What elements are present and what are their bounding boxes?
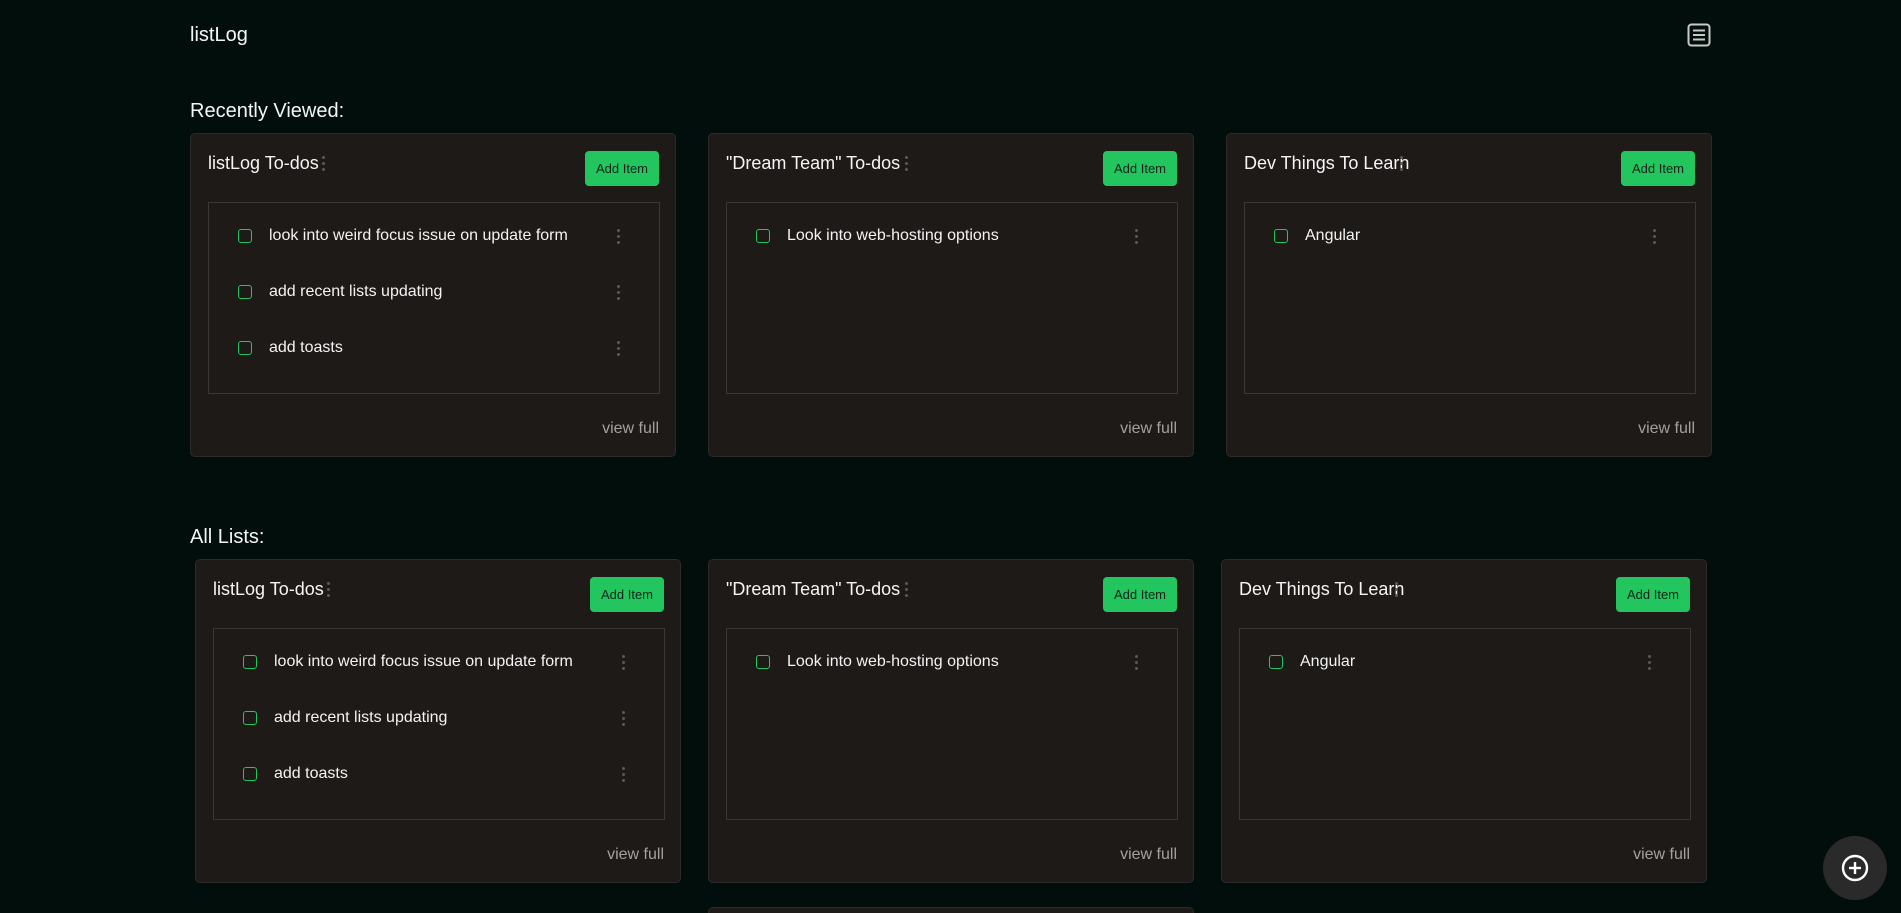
list-title[interactable]: "Dream Team" To-dos <box>726 153 900 174</box>
list-options-icon[interactable] <box>1391 579 1401 599</box>
view-full-link[interactable]: view full <box>1633 846 1690 864</box>
items-list: Angular <box>1244 202 1696 394</box>
list-title[interactable]: "Dream Team" To-dos <box>726 579 900 600</box>
item-options-icon[interactable] <box>1131 226 1141 246</box>
item-checkbox[interactable] <box>756 655 770 669</box>
list-card: "Dream Team" To-dos Add Item Look into web… <box>708 133 1194 457</box>
item-label: Look into web-hosting options <box>787 653 999 670</box>
item-label: Look into web-hosting options <box>787 227 999 244</box>
item-options-icon[interactable] <box>613 338 623 358</box>
items-list: Look into web-hosting options <box>726 202 1178 394</box>
items-list: Look into web-hosting options <box>726 628 1178 820</box>
view-full-link[interactable]: view full <box>1638 420 1695 438</box>
item-options-icon[interactable] <box>1131 652 1141 672</box>
list-item: add recent lists updating <box>209 277 659 307</box>
list-title[interactable]: Dev Things To Learn <box>1244 153 1409 174</box>
menu-button[interactable] <box>1686 22 1712 48</box>
item-label: Angular <box>1305 227 1361 244</box>
add-item-button[interactable]: Add Item <box>1621 151 1695 186</box>
recent-lists-row: listLog To-dos Add Item look into weird fo… <box>0 133 1901 459</box>
item-label: add recent lists updating <box>269 283 443 300</box>
list-item: look into weird focus issue on update fo… <box>209 221 659 251</box>
item-checkbox[interactable] <box>243 711 257 725</box>
view-full-link[interactable]: view full <box>1120 846 1177 864</box>
list-options-icon[interactable] <box>323 579 333 599</box>
recently-viewed-heading: Recently Viewed: <box>190 100 345 122</box>
add-item-button[interactable]: Add Item <box>1103 577 1177 612</box>
list-card: listLog To-dos Add Item look into weird fo… <box>195 559 681 883</box>
item-label: add recent lists updating <box>274 709 448 726</box>
add-item-button[interactable]: Add Item <box>1616 577 1690 612</box>
item-options-icon[interactable] <box>1649 226 1659 246</box>
item-label: Angular <box>1300 653 1356 670</box>
view-full-link[interactable]: view full <box>1120 420 1177 438</box>
list-card-partial <box>708 907 1194 913</box>
all-lists-row: listLog To-dos Add Item look into weird fo… <box>0 559 1901 885</box>
add-item-button[interactable]: Add Item <box>585 151 659 186</box>
list-item: add recent lists updating <box>214 703 664 733</box>
item-checkbox[interactable] <box>756 229 770 243</box>
list-title[interactable]: listLog To-dos <box>208 153 319 174</box>
item-label: look into weird focus issue on update fo… <box>269 227 568 244</box>
item-label: add toasts <box>269 339 343 356</box>
list-options-icon[interactable] <box>318 153 328 173</box>
add-item-button[interactable]: Add Item <box>1103 151 1177 186</box>
list-item: Angular <box>1240 647 1690 677</box>
items-list: Angular <box>1239 628 1691 820</box>
all-lists-heading: All Lists: <box>190 526 265 548</box>
item-label: add toasts <box>274 765 348 782</box>
app-title[interactable]: listLog <box>190 24 248 47</box>
list-options-icon[interactable] <box>1396 153 1406 173</box>
item-label: look into weird focus issue on update fo… <box>274 653 573 670</box>
item-options-icon[interactable] <box>618 652 628 672</box>
list-item: look into weird focus issue on update fo… <box>214 647 664 677</box>
item-options-icon[interactable] <box>613 226 623 246</box>
item-options-icon[interactable] <box>618 764 628 784</box>
list-title[interactable]: listLog To-dos <box>213 579 324 600</box>
list-card: Dev Things To Learn Add Item Angular view f… <box>1221 559 1707 883</box>
plus-circle-icon <box>1841 854 1869 882</box>
list-options-icon[interactable] <box>901 579 911 599</box>
add-list-button[interactable] <box>1823 836 1887 900</box>
view-full-link[interactable]: view full <box>602 420 659 438</box>
items-list: look into weird focus issue on update fo… <box>213 628 665 820</box>
list-item: Look into web-hosting options <box>727 647 1177 677</box>
view-full-link[interactable]: view full <box>607 846 664 864</box>
item-checkbox[interactable] <box>238 229 252 243</box>
item-checkbox[interactable] <box>1269 655 1283 669</box>
list-item: add toasts <box>214 759 664 789</box>
list-item: Look into web-hosting options <box>727 221 1177 251</box>
list-item: add toasts <box>209 333 659 363</box>
item-checkbox[interactable] <box>243 655 257 669</box>
item-checkbox[interactable] <box>238 285 252 299</box>
item-checkbox[interactable] <box>1274 229 1288 243</box>
item-options-icon[interactable] <box>618 708 628 728</box>
list-menu-icon <box>1687 23 1711 47</box>
item-checkbox[interactable] <box>238 341 252 355</box>
item-checkbox[interactable] <box>243 767 257 781</box>
item-options-icon[interactable] <box>1644 652 1654 672</box>
list-card: "Dream Team" To-dos Add Item Look into web… <box>708 559 1194 883</box>
app-root: listLog Recently Viewed: listLog To-dos A… <box>0 0 1901 913</box>
list-card: listLog To-dos Add Item look into weird fo… <box>190 133 676 457</box>
item-options-icon[interactable] <box>613 282 623 302</box>
list-title[interactable]: Dev Things To Learn <box>1239 579 1404 600</box>
list-item: Angular <box>1245 221 1695 251</box>
list-options-icon[interactable] <box>901 153 911 173</box>
top-bar: listLog <box>190 20 1712 50</box>
list-card: Dev Things To Learn Add Item Angular view f… <box>1226 133 1712 457</box>
items-list: look into weird focus issue on update fo… <box>208 202 660 394</box>
add-item-button[interactable]: Add Item <box>590 577 664 612</box>
